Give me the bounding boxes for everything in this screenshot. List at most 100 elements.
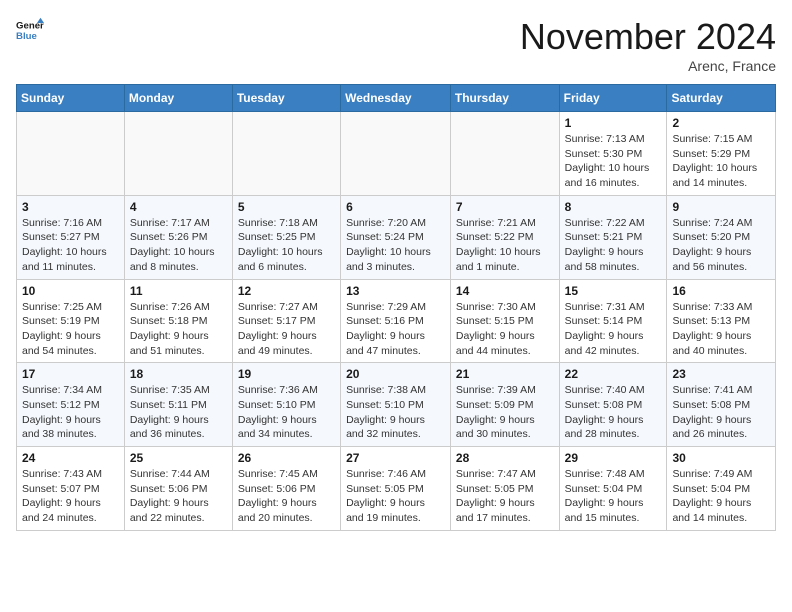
day-info: Sunrise: 7:31 AMSunset: 5:14 PMDaylight:…: [565, 300, 662, 359]
day-number: 29: [565, 451, 662, 465]
calendar-day-cell: 13 Sunrise: 7:29 AMSunset: 5:16 PMDayligh…: [341, 279, 451, 363]
calendar-day-cell: 3 Sunrise: 7:16 AMSunset: 5:27 PMDaylight…: [17, 195, 125, 279]
day-info: Sunrise: 7:38 AMSunset: 5:10 PMDaylight:…: [346, 383, 445, 442]
calendar-day-cell: 2 Sunrise: 7:15 AMSunset: 5:29 PMDaylight…: [667, 112, 776, 196]
logo-icon: General Blue: [16, 16, 44, 44]
day-number: 2: [672, 116, 770, 130]
day-info: Sunrise: 7:18 AMSunset: 5:25 PMDaylight:…: [238, 216, 335, 275]
day-number: 14: [456, 284, 554, 298]
day-number: 10: [22, 284, 119, 298]
day-info: Sunrise: 7:21 AMSunset: 5:22 PMDaylight:…: [456, 216, 554, 275]
day-info: Sunrise: 7:45 AMSunset: 5:06 PMDaylight:…: [238, 467, 335, 526]
day-of-week-header: Thursday: [450, 85, 559, 112]
day-info: Sunrise: 7:36 AMSunset: 5:10 PMDaylight:…: [238, 383, 335, 442]
day-number: 23: [672, 367, 770, 381]
day-info: Sunrise: 7:13 AMSunset: 5:30 PMDaylight:…: [565, 132, 662, 191]
day-info: Sunrise: 7:41 AMSunset: 5:08 PMDaylight:…: [672, 383, 770, 442]
day-number: 22: [565, 367, 662, 381]
calendar-week-row: 10 Sunrise: 7:25 AMSunset: 5:19 PMDayligh…: [17, 279, 776, 363]
logo: General Blue: [16, 16, 44, 44]
calendar-day-cell: 11Sunrise: 7:26 AMSunset: 5:18 PMDayligh…: [124, 279, 232, 363]
calendar-day-cell: 19 Sunrise: 7:36 AMSunset: 5:10 PMDayligh…: [232, 363, 340, 447]
day-info: Sunrise: 7:25 AMSunset: 5:19 PMDaylight:…: [22, 300, 119, 359]
day-number: 7: [456, 200, 554, 214]
day-of-week-header: Wednesday: [341, 85, 451, 112]
calendar-day-cell: 14 Sunrise: 7:30 AMSunset: 5:15 PMDayligh…: [450, 279, 559, 363]
day-info: Sunrise: 7:35 AMSunset: 5:11 PMDaylight:…: [130, 383, 227, 442]
day-info: Sunrise: 7:47 AMSunset: 5:05 PMDaylight:…: [456, 467, 554, 526]
day-number: 15: [565, 284, 662, 298]
month-title: November 2024: [520, 16, 776, 58]
day-number: 5: [238, 200, 335, 214]
location: Arenc, France: [520, 58, 776, 74]
header: General Blue November 2024 Arenc, France: [16, 16, 776, 74]
day-of-week-header: Monday: [124, 85, 232, 112]
calendar-day-cell: 15 Sunrise: 7:31 AMSunset: 5:14 PMDayligh…: [559, 279, 667, 363]
day-number: 21: [456, 367, 554, 381]
day-number: 13: [346, 284, 445, 298]
calendar-week-row: 17Sunrise: 7:34 AMSunset: 5:12 PMDayligh…: [17, 363, 776, 447]
calendar-day-cell: 30 Sunrise: 7:49 AMSunset: 5:04 PMDayligh…: [667, 447, 776, 531]
day-of-week-header: Tuesday: [232, 85, 340, 112]
calendar-day-cell: 26 Sunrise: 7:45 AMSunset: 5:06 PMDayligh…: [232, 447, 340, 531]
calendar-day-cell: 6 Sunrise: 7:20 AMSunset: 5:24 PMDaylight…: [341, 195, 451, 279]
calendar-day-cell: 23 Sunrise: 7:41 AMSunset: 5:08 PMDayligh…: [667, 363, 776, 447]
calendar-day-cell: 17Sunrise: 7:34 AMSunset: 5:12 PMDayligh…: [17, 363, 125, 447]
day-info: Sunrise: 7:29 AMSunset: 5:16 PMDaylight:…: [346, 300, 445, 359]
day-info: Sunrise: 7:15 AMSunset: 5:29 PMDaylight:…: [672, 132, 770, 191]
calendar-day-cell: 9 Sunrise: 7:24 AMSunset: 5:20 PMDaylight…: [667, 195, 776, 279]
day-number: 8: [565, 200, 662, 214]
day-info: Sunrise: 7:44 AMSunset: 5:06 PMDaylight:…: [130, 467, 227, 526]
day-number: 9: [672, 200, 770, 214]
calendar-week-row: 3 Sunrise: 7:16 AMSunset: 5:27 PMDaylight…: [17, 195, 776, 279]
calendar-day-cell: 27 Sunrise: 7:46 AMSunset: 5:05 PMDayligh…: [341, 447, 451, 531]
calendar-day-cell: 29 Sunrise: 7:48 AMSunset: 5:04 PMDayligh…: [559, 447, 667, 531]
day-number: 25: [130, 451, 227, 465]
calendar-day-cell: 10 Sunrise: 7:25 AMSunset: 5:19 PMDayligh…: [17, 279, 125, 363]
calendar-day-cell: [124, 112, 232, 196]
day-number: 11: [130, 284, 227, 298]
day-number: 24: [22, 451, 119, 465]
day-number: 30: [672, 451, 770, 465]
day-number: 6: [346, 200, 445, 214]
day-info: Sunrise: 7:20 AMSunset: 5:24 PMDaylight:…: [346, 216, 445, 275]
day-number: 27: [346, 451, 445, 465]
day-number: 28: [456, 451, 554, 465]
day-info: Sunrise: 7:48 AMSunset: 5:04 PMDaylight:…: [565, 467, 662, 526]
calendar-day-cell: 4Sunrise: 7:17 AMSunset: 5:26 PMDaylight…: [124, 195, 232, 279]
day-number: 18: [130, 367, 227, 381]
calendar: SundayMondayTuesdayWednesdayThursdayFrid…: [16, 84, 776, 531]
day-of-week-header: Sunday: [17, 85, 125, 112]
day-number: 26: [238, 451, 335, 465]
day-number: 17: [22, 367, 119, 381]
title-area: November 2024 Arenc, France: [520, 16, 776, 74]
calendar-week-row: 24 Sunrise: 7:43 AMSunset: 5:07 PMDayligh…: [17, 447, 776, 531]
day-info: Sunrise: 7:43 AMSunset: 5:07 PMDaylight:…: [22, 467, 119, 526]
day-info: Sunrise: 7:27 AMSunset: 5:17 PMDaylight:…: [238, 300, 335, 359]
calendar-day-cell: [232, 112, 340, 196]
svg-text:Blue: Blue: [16, 31, 37, 42]
calendar-day-cell: [17, 112, 125, 196]
calendar-day-cell: 20 Sunrise: 7:38 AMSunset: 5:10 PMDayligh…: [341, 363, 451, 447]
day-number: 3: [22, 200, 119, 214]
calendar-day-cell: 12Sunrise: 7:27 AMSunset: 5:17 PMDayligh…: [232, 279, 340, 363]
day-number: 16: [672, 284, 770, 298]
day-info: Sunrise: 7:46 AMSunset: 5:05 PMDaylight:…: [346, 467, 445, 526]
day-info: Sunrise: 7:24 AMSunset: 5:20 PMDaylight:…: [672, 216, 770, 275]
calendar-day-cell: 5 Sunrise: 7:18 AMSunset: 5:25 PMDaylight…: [232, 195, 340, 279]
day-info: Sunrise: 7:49 AMSunset: 5:04 PMDaylight:…: [672, 467, 770, 526]
calendar-header-row: SundayMondayTuesdayWednesdayThursdayFrid…: [17, 85, 776, 112]
day-info: Sunrise: 7:16 AMSunset: 5:27 PMDaylight:…: [22, 216, 119, 275]
calendar-day-cell: 24 Sunrise: 7:43 AMSunset: 5:07 PMDayligh…: [17, 447, 125, 531]
day-number: 20: [346, 367, 445, 381]
calendar-day-cell: 28 Sunrise: 7:47 AMSunset: 5:05 PMDayligh…: [450, 447, 559, 531]
day-number: 19: [238, 367, 335, 381]
day-info: Sunrise: 7:39 AMSunset: 5:09 PMDaylight:…: [456, 383, 554, 442]
calendar-day-cell: [450, 112, 559, 196]
day-info: Sunrise: 7:30 AMSunset: 5:15 PMDaylight:…: [456, 300, 554, 359]
calendar-day-cell: [341, 112, 451, 196]
day-info: Sunrise: 7:40 AMSunset: 5:08 PMDaylight:…: [565, 383, 662, 442]
calendar-day-cell: 25 Sunrise: 7:44 AMSunset: 5:06 PMDayligh…: [124, 447, 232, 531]
day-of-week-header: Friday: [559, 85, 667, 112]
day-number: 4: [130, 200, 227, 214]
